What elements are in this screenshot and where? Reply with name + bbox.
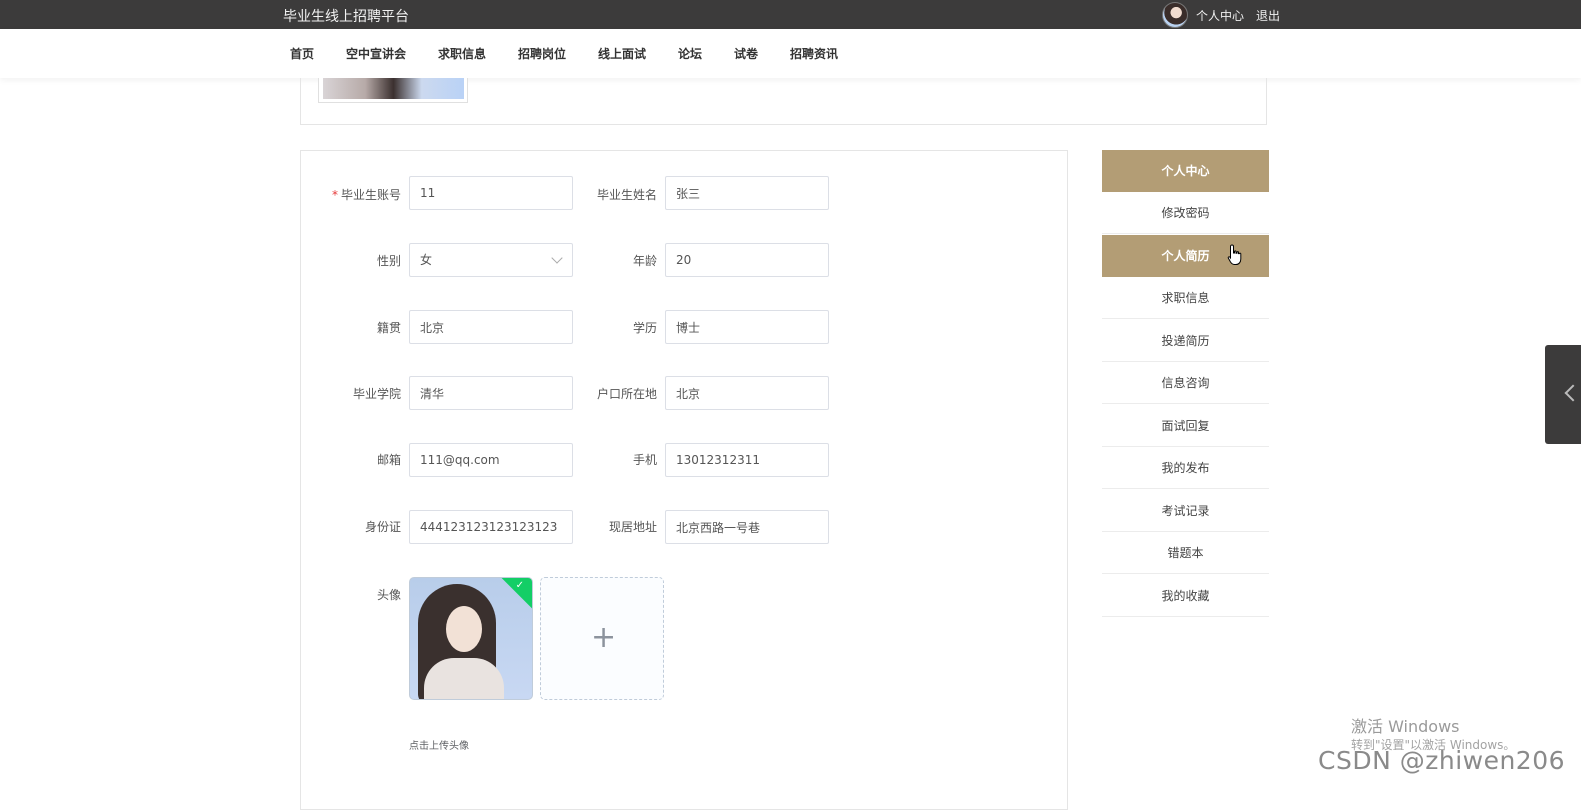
current-address-input[interactable]: [665, 510, 829, 544]
nav-home[interactable]: 首页: [290, 45, 314, 62]
main-nav: 首页 空中宣讲会 求职信息 招聘岗位 线上面试 论坛 试卷 招聘资讯: [0, 29, 1581, 78]
sidebar-item-interview-reply[interactable]: 面试回复: [1102, 405, 1269, 447]
graduate-name-input[interactable]: [665, 176, 829, 210]
graduate-college-label: 毕业学院: [352, 387, 401, 401]
sidebar-item-change-password[interactable]: 修改密码: [1102, 192, 1269, 234]
education-input[interactable]: [665, 310, 829, 344]
avatar-portrait-body: [424, 658, 504, 699]
nav-recruit-news[interactable]: 招聘资讯: [790, 45, 838, 62]
personal-center-link[interactable]: 个人中心: [1196, 7, 1244, 24]
site-title: 毕业生线上招聘平台: [283, 9, 409, 25]
nav-exam[interactable]: 试卷: [734, 45, 758, 62]
sidebar-item-consult[interactable]: 信息咨询: [1102, 362, 1269, 404]
upload-tip: 点击上传头像: [409, 741, 469, 752]
gender-label: 性别: [376, 254, 401, 268]
sidebar-item-wrong-questions[interactable]: 错题本: [1102, 532, 1269, 574]
hand-cursor-icon: [1227, 244, 1242, 265]
phone-label: 手机: [632, 453, 657, 467]
profile-photo-image: [323, 78, 464, 99]
graduate-name-label: 毕业生姓名: [596, 188, 657, 202]
age-label: 年龄: [632, 254, 657, 268]
user-avatar[interactable]: [1162, 2, 1188, 28]
nav-air-presentation[interactable]: 空中宣讲会: [346, 45, 406, 62]
sidebar-item-exam-records[interactable]: 考试记录: [1102, 490, 1269, 532]
nav-online-interview[interactable]: 线上面试: [598, 45, 646, 62]
avatar-portrait-face: [446, 606, 482, 652]
avatar-label: 头像: [376, 588, 401, 602]
sidebar-item-my-posts[interactable]: 我的发布: [1102, 447, 1269, 489]
nav-job-posts[interactable]: 招聘岗位: [518, 45, 566, 62]
household-location-input[interactable]: [665, 376, 829, 410]
nav-job-seeking[interactable]: 求职信息: [438, 45, 486, 62]
nav-forum[interactable]: 论坛: [678, 45, 702, 62]
chevron-left-icon: [1564, 384, 1581, 402]
email-label: 邮箱: [376, 453, 401, 467]
required-mark: *: [331, 188, 338, 202]
graduate-account-label: * 毕业生账号: [331, 188, 401, 202]
check-icon: ✓: [515, 580, 524, 591]
sidebar-item-resume[interactable]: 个人简历: [1102, 235, 1269, 277]
id-card-label: 身份证: [364, 520, 401, 534]
upload-avatar-button[interactable]: +: [540, 577, 664, 700]
education-label: 学历: [632, 321, 657, 335]
uploaded-avatar[interactable]: ✓: [409, 577, 533, 700]
gender-select-value: 女: [420, 253, 433, 267]
sidebar-item-favorites[interactable]: 我的收藏: [1102, 575, 1269, 617]
sidebar-item-submit-resume[interactable]: 投递简历: [1102, 320, 1269, 362]
sidebar-item-personal-center[interactable]: 个人中心: [1102, 150, 1269, 192]
phone-input[interactable]: [665, 443, 829, 477]
csdn-watermark: CSDN @zhiwen206: [1318, 746, 1566, 775]
household-location-label: 户口所在地: [596, 387, 657, 401]
age-input[interactable]: [665, 243, 829, 277]
profile-photo-thumbnail: [318, 78, 468, 103]
current-address-label: 现居地址: [608, 520, 657, 534]
native-place-label: 籍贯: [376, 321, 401, 335]
windows-activation-title: 激活 Windows: [1351, 717, 1460, 736]
sidebar-item-job-info[interactable]: 求职信息: [1102, 277, 1269, 319]
logout-link[interactable]: 退出: [1256, 7, 1280, 24]
plus-icon: +: [591, 620, 617, 655]
side-drawer-toggle[interactable]: [1545, 345, 1581, 444]
top-bar: 毕业生线上招聘平台 个人中心 退出: [0, 0, 1581, 29]
